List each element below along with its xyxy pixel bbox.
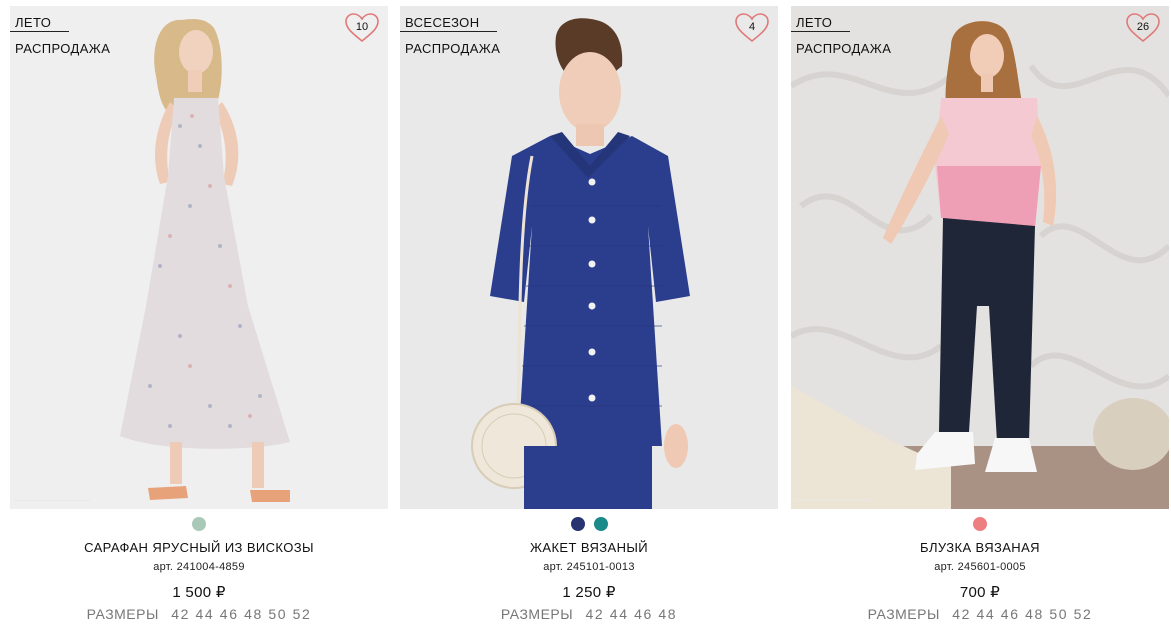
tag-season[interactable]: ЛЕТО (791, 6, 851, 32)
favorite-button[interactable]: 4 (734, 12, 770, 44)
tag-sale[interactable]: РАСПРОДАЖА (10, 32, 128, 58)
product-sizes: РАЗМЕРЫ 42 44 46 48 50 52 (791, 606, 1169, 622)
product-info: БЛУЗКА ВЯЗАНАЯ арт. 245601-0005 700 ₽ РА… (791, 517, 1169, 622)
photo-progress-bar (14, 500, 90, 501)
favorite-button[interactable]: 26 (1125, 12, 1161, 44)
product-photo[interactable]: ЛЕТО РАСПРОДАЖА 10 (10, 6, 388, 509)
tag-list: ЛЕТО РАСПРОДАЖА (10, 6, 128, 58)
tag-season[interactable]: ВСЕСЕЗОН (400, 6, 498, 32)
sizes-label: РАЗМЕРЫ (86, 606, 159, 622)
tag-list: ЛЕТО РАСПРОДАЖА (791, 6, 909, 58)
photo-progress-bar (404, 500, 480, 501)
model-photo-knit-top (791, 6, 1169, 509)
product-name[interactable]: БЛУЗКА ВЯЗАНАЯ (791, 540, 1169, 555)
color-swatches (400, 517, 778, 531)
tag-sale[interactable]: РАСПРОДАЖА (400, 32, 518, 58)
product-price: 700 ₽ (959, 584, 1001, 601)
product-photo[interactable]: ЛЕТО РАСПРОДАЖА 26 (791, 6, 1169, 509)
sizes-values: 42 44 46 48 50 52 (952, 606, 1093, 622)
favorite-count: 26 (1136, 21, 1150, 33)
product-card[interactable]: ЛЕТО РАСПРОДАЖА 26 БЛУЗКА ВЯЗАНАЯ арт. 2… (791, 6, 1169, 636)
product-info: САРАФАН ЯРУСНЫЙ ИЗ ВИСКОЗЫ арт. 241004-4… (10, 517, 388, 622)
color-swatches (791, 517, 1169, 531)
photo-progress-bar (795, 500, 871, 501)
color-swatch[interactable] (973, 517, 987, 531)
product-price: 1 250 ₽ (562, 584, 616, 601)
product-card[interactable]: ЛЕТО РАСПРОДАЖА 10 САРАФАН ЯРУСНЫЙ ИЗ ВИ… (10, 6, 388, 636)
color-swatch[interactable] (570, 517, 585, 531)
color-swatch[interactable] (593, 517, 608, 531)
color-swatch[interactable] (192, 517, 206, 531)
product-sku: арт. 241004-4859 (153, 561, 245, 573)
product-name[interactable]: ЖАКЕТ ВЯЗАНЫЙ (400, 540, 778, 555)
product-grid: ЛЕТО РАСПРОДАЖА 10 САРАФАН ЯРУСНЫЙ ИЗ ВИ… (0, 0, 1171, 644)
product-card[interactable]: ВСЕСЕЗОН РАСПРОДАЖА 4 ЖАКЕТ ВЯЗАНЫЙ арт.… (400, 6, 778, 636)
product-info: ЖАКЕТ ВЯЗАНЫЙ арт. 245101-0013 1 250 ₽ Р… (400, 517, 778, 622)
product-sizes: РАЗМЕРЫ 42 44 46 48 50 52 (10, 606, 388, 622)
sizes-label: РАЗМЕРЫ (867, 606, 940, 622)
color-swatches (10, 517, 388, 531)
favorite-count: 10 (355, 21, 369, 33)
tag-list: ВСЕСЕЗОН РАСПРОДАЖА (400, 6, 518, 58)
sizes-values: 42 44 46 48 50 52 (171, 606, 312, 622)
tag-sale[interactable]: РАСПРОДАЖА (791, 32, 909, 58)
model-photo-dress (10, 6, 388, 509)
product-price: 1 500 ₽ (172, 584, 226, 601)
product-sizes: РАЗМЕРЫ 42 44 46 48 (400, 606, 778, 622)
product-name[interactable]: САРАФАН ЯРУСНЫЙ ИЗ ВИСКОЗЫ (10, 540, 388, 555)
sizes-values: 42 44 46 48 (585, 606, 678, 622)
model-photo-jacket (400, 6, 778, 509)
product-sku: арт. 245601-0005 (934, 561, 1026, 573)
product-sku: арт. 245101-0013 (543, 561, 635, 573)
product-photo[interactable]: ВСЕСЕЗОН РАСПРОДАЖА 4 (400, 6, 778, 509)
sizes-label: РАЗМЕРЫ (500, 606, 574, 622)
favorite-button[interactable]: 10 (344, 12, 380, 44)
tag-season[interactable]: ЛЕТО (10, 6, 70, 32)
favorite-count: 4 (748, 21, 756, 33)
